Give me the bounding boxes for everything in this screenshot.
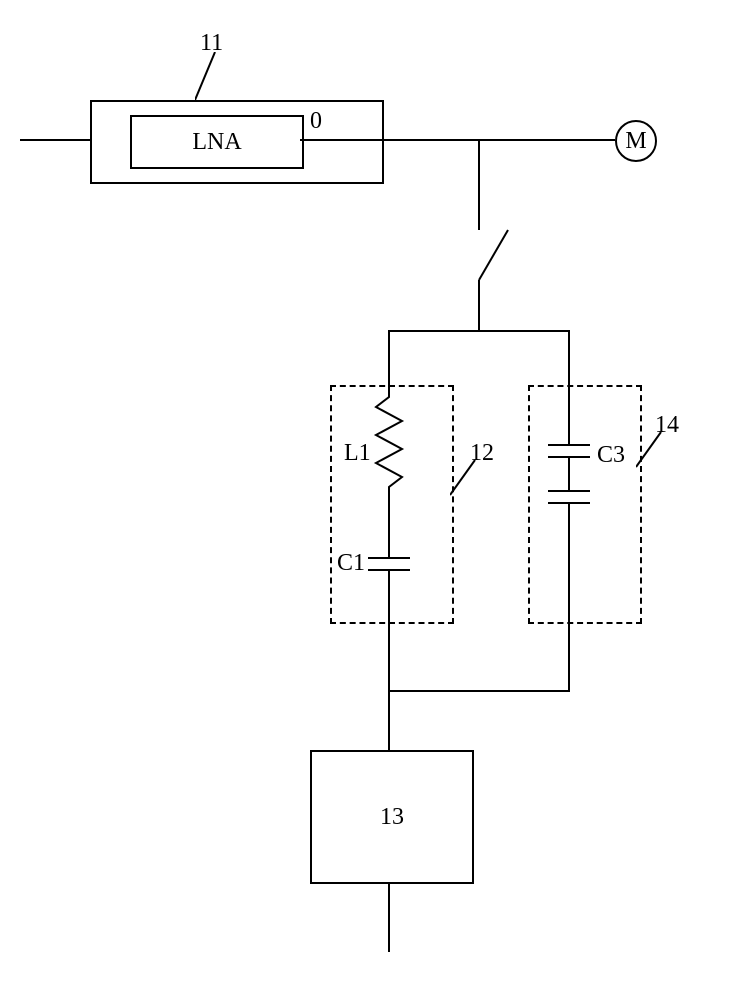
wire-input-left <box>20 139 90 141</box>
switch-icon <box>478 225 518 285</box>
meter-m: M <box>615 120 657 162</box>
lna-label: LNA <box>192 129 241 155</box>
c1-label: C1 <box>337 550 365 577</box>
wire-l1-c1 <box>388 505 390 550</box>
cap-c1-icon <box>368 550 410 578</box>
leader-11-icon <box>195 52 235 102</box>
wire-out-bottom <box>388 882 390 952</box>
block-lna: LNA <box>130 115 304 169</box>
leader-14-icon <box>636 432 664 472</box>
wire-drop-vertical <box>478 140 480 230</box>
wire-to-13 <box>388 692 390 750</box>
l1-label: L1 <box>344 440 371 467</box>
wire-lna-to-m <box>300 139 615 141</box>
wire-join-bottom <box>388 690 570 692</box>
block-13: 13 <box>310 750 474 884</box>
cap-c3-icon <box>548 435 590 515</box>
meter-m-label: M <box>625 128 646 155</box>
wire-c3-down <box>568 515 570 690</box>
wire-c1-down <box>388 578 390 690</box>
output-0-label: 0 <box>310 108 322 135</box>
leader-12-icon <box>450 460 480 500</box>
wire-left-branch-top <box>388 330 390 385</box>
block-13-label: 13 <box>380 804 404 830</box>
c3-label: C3 <box>597 442 625 469</box>
wire-split-top <box>388 330 570 332</box>
inductor-l1-icon <box>372 385 406 505</box>
wire-below-switch <box>478 280 480 330</box>
